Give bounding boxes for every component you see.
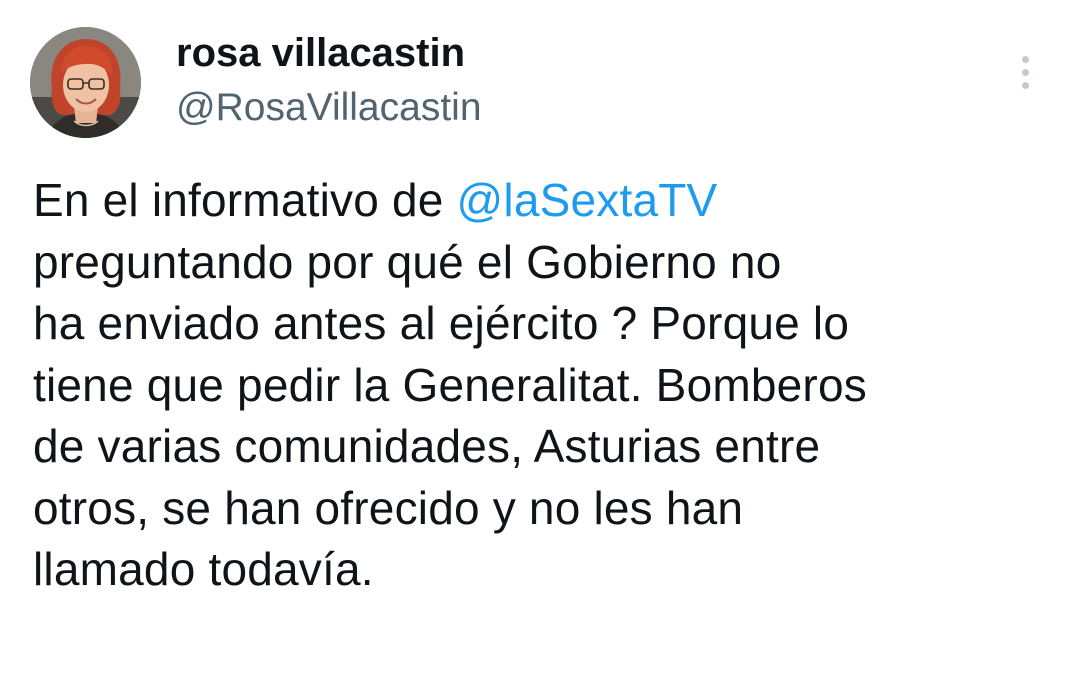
mention-link[interactable]: @laSextaTV <box>457 174 718 226</box>
more-vertical-icon-dot <box>1022 69 1029 76</box>
author-display-name[interactable]: rosa villacastin <box>176 30 465 76</box>
more-options-button[interactable] <box>1010 50 1042 94</box>
tweet-text-line: En el informativo de @laSextaTV <box>33 170 1068 232</box>
more-vertical-icon-dot <box>1022 82 1029 89</box>
tweet-text-line: llamado todavía. <box>33 543 374 595</box>
tweet-card: rosa villacastin @RosaVillacastin En el … <box>0 0 1080 692</box>
tweet-text-line: preguntando por qué el Gobierno no <box>33 235 782 288</box>
tweet-text-line: tiene que pedir la Generalitat. Bomberos <box>33 358 867 411</box>
tweet-text-line: ha enviado antes al ejército ? Porque lo <box>33 297 850 349</box>
more-vertical-icon-dot <box>1022 56 1029 63</box>
tweet-text-line: otros, se han ofrecido y no les han <box>33 481 744 534</box>
author-handle[interactable]: @RosaVillacastin <box>176 85 482 131</box>
tweet-text-line: de varias comunidades, Asturias entre <box>33 420 821 472</box>
tweet-text: En el informativo de @laSextaTV pregunta… <box>33 170 1068 601</box>
avatar-photo <box>30 27 141 138</box>
tweet-text-segment: En el informativo de <box>33 174 457 226</box>
avatar[interactable] <box>30 27 141 138</box>
